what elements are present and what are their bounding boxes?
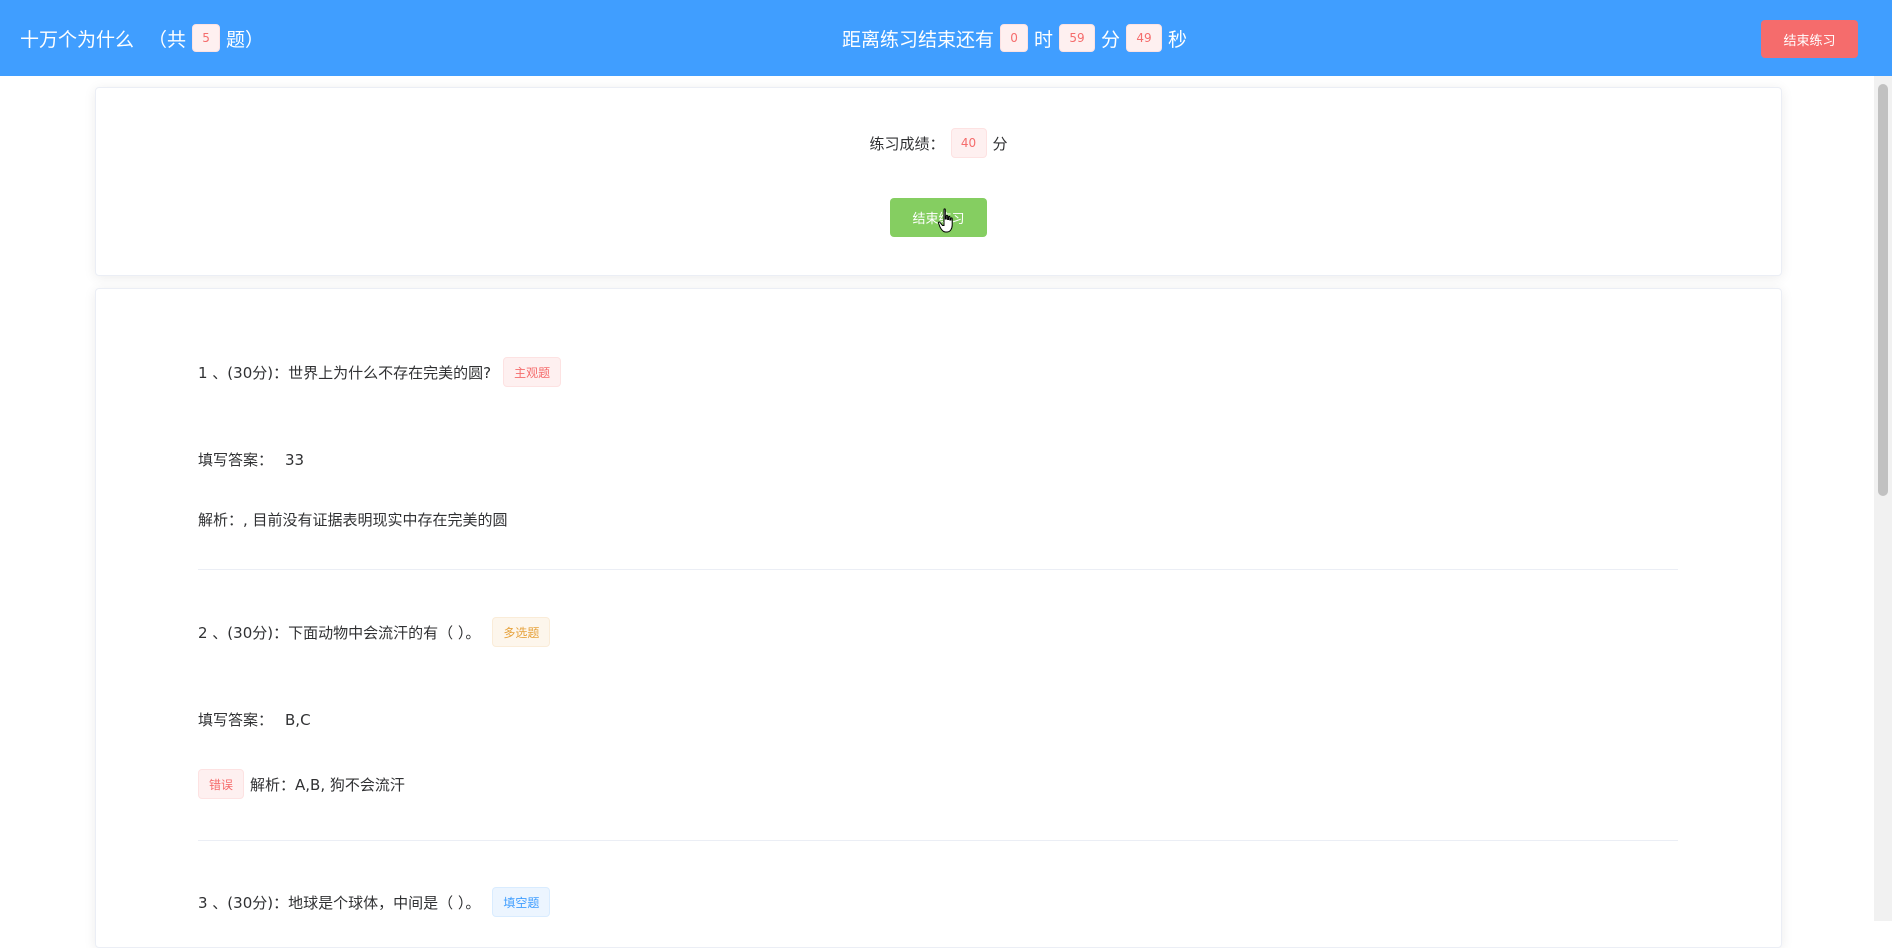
timer-seconds-unit: 秒 xyxy=(1168,28,1188,51)
timer-hours-unit: 时 xyxy=(1034,28,1054,51)
question-1-title: 1 、(30分)：世界上为什么不存在完美的圆? xyxy=(198,363,492,382)
quiz-title-area: 十万个为什么 （共 5 题） xyxy=(20,0,264,76)
countdown-timer: 距离练习结束还有 0 时 59 分 49 秒 xyxy=(842,0,1187,76)
question-3-type-tag: 填空题 xyxy=(492,887,551,917)
question-1-analysis: 解析：, 目前没有证据表明现实中存在完美的圆 xyxy=(198,511,508,529)
timer-minutes: 59 xyxy=(1059,24,1096,52)
hand-cursor-icon xyxy=(938,208,953,233)
timer-minutes-unit: 分 xyxy=(1101,28,1121,51)
question-divider xyxy=(198,840,1678,841)
question-2-result-tag: 错误 xyxy=(198,769,245,799)
question-count-badge: 5 xyxy=(192,24,221,52)
question-2-title: 2 、(30分)：下面动物中会流汗的有（ ）。 xyxy=(198,623,481,642)
question-2-title-row: 2 、(30分)：下面动物中会流汗的有（ ）。 多选题 xyxy=(198,617,551,647)
question-3-title: 3 、(30分)：地球是个球体，中间是（ ）。 xyxy=(198,893,481,912)
question-count-suffix: 题） xyxy=(226,28,265,51)
timer-hours: 0 xyxy=(1000,24,1029,52)
question-2-analysis: 解析：A,B, 狗不会流汗 xyxy=(250,775,405,794)
question-1-answer-row: 填写答案： 33 xyxy=(198,449,304,470)
timer-prefix: 距离练习结束还有 xyxy=(842,28,995,51)
questions-card: 1 、(30分)：世界上为什么不存在完美的圆? 主观题 填写答案： 33 解析：… xyxy=(95,288,1782,948)
end-practice-button[interactable]: 结束练习 xyxy=(1761,20,1858,58)
quiz-title: 十万个为什么 xyxy=(20,28,135,51)
question-1-title-row: 1 、(30分)：世界上为什么不存在完美的圆? 主观题 xyxy=(198,357,562,387)
question-1-type-tag: 主观题 xyxy=(503,357,562,387)
question-1-analysis-row: 解析：, 目前没有证据表明现实中存在完美的圆 xyxy=(198,509,508,530)
page-scrollbar[interactable] xyxy=(1874,76,1892,921)
top-bar: 十万个为什么 （共 5 题） 距离练习结束还有 0 时 59 分 49 秒 结束… xyxy=(0,0,1892,76)
question-2-answer-row: 填写答案： B,C xyxy=(198,709,311,730)
question-2-analysis-row: 错误 解析：A,B, 狗不会流汗 xyxy=(198,769,405,799)
question-3-title-row: 3 、(30分)：地球是个球体，中间是（ ）。 填空题 xyxy=(198,887,551,917)
question-2-answer: B,C xyxy=(285,710,311,729)
question-2-answer-label: 填写答案： xyxy=(198,711,274,729)
score-card: 练习成绩： 40 分 结束练习 xyxy=(95,87,1782,276)
scrollbar-thumb[interactable] xyxy=(1878,84,1888,496)
question-1-answer: 33 xyxy=(285,450,305,469)
question-divider xyxy=(198,569,1678,570)
question-2-type-tag: 多选题 xyxy=(492,617,551,647)
score-label: 练习成绩： xyxy=(869,134,945,153)
score-value-badge: 40 xyxy=(950,128,987,158)
score-unit: 分 xyxy=(992,134,1008,153)
timer-seconds: 49 xyxy=(1126,24,1163,52)
score-line: 练习成绩： 40 分 xyxy=(96,128,1781,158)
question-count-prefix: （共 xyxy=(148,28,187,51)
question-1-answer-label: 填写答案： xyxy=(198,451,274,469)
